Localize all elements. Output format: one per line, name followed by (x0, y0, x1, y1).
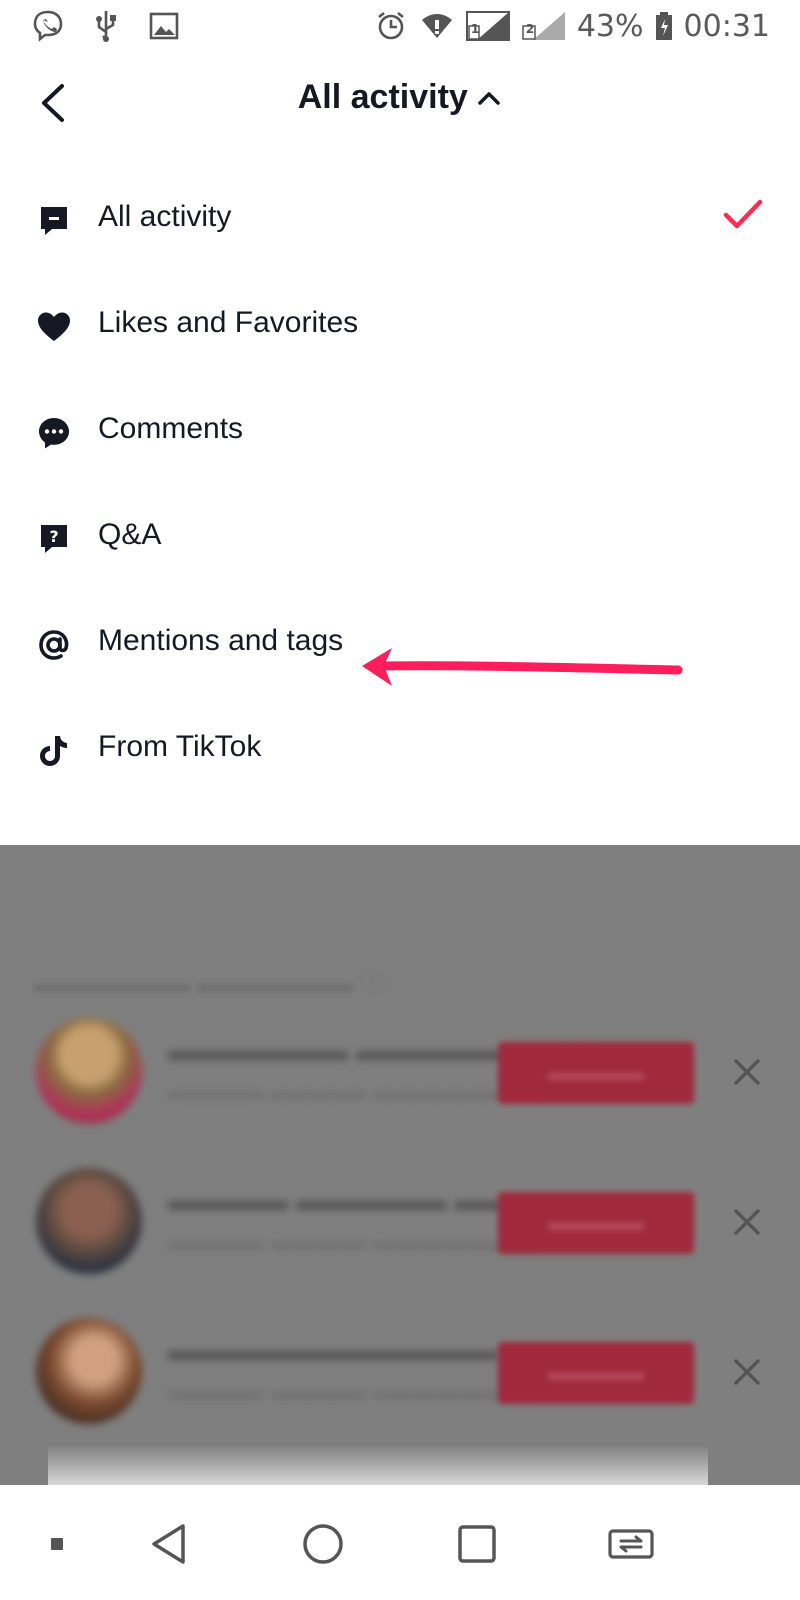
sim1-label: 1 (470, 22, 480, 36)
menu-item-label: Mentions and tags (98, 624, 344, 657)
nav-menu-button[interactable] (32, 1519, 82, 1569)
heart-icon (34, 307, 74, 347)
account-subtitle-blurred: ▬▬▬▬ ▬▬▬▬ ▬▬▬▬▬▬▬ (168, 1228, 542, 1255)
menu-item-from-tiktok[interactable]: From TikTok (0, 697, 800, 803)
header: All activity (0, 52, 800, 169)
battery-percent: 43% (576, 8, 644, 44)
menu-item-label: Likes and Favorites (98, 306, 359, 339)
status-bar: 1 2 43% 00:31 (0, 0, 800, 52)
sim2-label: 2 (525, 22, 535, 36)
status-bar-right: 1 2 43% 00:31 (373, 8, 770, 44)
avatar (36, 1168, 142, 1274)
annotation-arrow (362, 648, 683, 686)
menu-item-comments[interactable]: Comments (0, 379, 800, 485)
account-subtitle-blurred: ▬▬▬▬ ▬▬▬▬ ▬▬▬▬▬▬▬ (168, 1378, 542, 1405)
usb-icon (88, 8, 124, 44)
account-subtitle-blurred: ▬▬▬▬ ▬▬▬▬ ▬▬▬▬▬▬▬ (168, 1078, 542, 1105)
alarm-icon (373, 8, 409, 44)
at-icon (34, 625, 74, 665)
check-icon (722, 197, 764, 236)
avatar (36, 1018, 142, 1124)
signal-sim2-icon: 2 (521, 8, 567, 44)
clock: 00:31 (683, 8, 770, 44)
nav-recents-button[interactable] (452, 1519, 502, 1569)
tiktok-icon (34, 731, 74, 771)
close-icon[interactable] (730, 1355, 764, 1389)
menu-item-label: Comments (98, 412, 244, 445)
nav-home-button[interactable] (298, 1519, 348, 1569)
close-icon[interactable] (730, 1205, 764, 1239)
suggested-account-row: ▬▬▬▬▬▬▬▬▬▬▬ ▬▬▬▬ ▬▬▬▬ ▬▬▬▬▬▬▬ ▬▬▬▬ (0, 1300, 800, 1440)
viber-icon (30, 8, 66, 44)
close-icon[interactable] (730, 1055, 764, 1089)
status-bar-left (30, 8, 182, 44)
switch-app-icon (608, 1529, 654, 1559)
follow-button[interactable]: ▬▬▬▬ (498, 1042, 694, 1104)
nav-back-button[interactable] (144, 1519, 194, 1569)
nav-switch-app-button[interactable] (606, 1519, 656, 1569)
suggested-account-row: ▬▬▬▬ ▬▬▬▬▬ ▬▬ ▬▬▬▬ ▬▬▬▬ ▬▬▬▬▬▬▬ ▬▬▬▬ (0, 1150, 800, 1290)
menu-item-label: Q&A (98, 518, 162, 551)
battery-icon (654, 8, 674, 44)
follow-button[interactable]: ▬▬▬▬ (498, 1342, 694, 1404)
activity-filter-dropdown[interactable]: All activity (0, 78, 800, 117)
menu-item-label: All activity (98, 200, 232, 233)
dim-overlay[interactable]: ▬▬▬▬▬▬ ▬▬▬▬▬▬ ⓘ ▬▬▬▬▬▬ ▬▬▬▬▬▬▬ ▬ ▬▬▬▬ ▬▬… (0, 845, 800, 1485)
suggested-account-row: ▬▬▬▬▬▬ ▬▬▬▬▬▬▬ ▬ ▬▬▬▬ ▬▬▬▬ ▬▬▬▬▬▬▬ ▬▬▬▬ (0, 1000, 800, 1140)
suggested-accounts-heading: ▬▬▬▬▬▬ ▬▬▬▬▬▬ ⓘ (34, 968, 387, 998)
menu-item-likes-favorites[interactable]: Likes and Favorites (0, 273, 800, 379)
gallery-icon (146, 8, 182, 44)
signal-sim1-icon: 1 (465, 8, 511, 44)
bottom-fade (48, 1445, 708, 1485)
activity-filter-menu: All activity Likes and Favorites Comment… (0, 167, 800, 845)
question-icon: ? (34, 519, 74, 559)
back-triangle-icon (152, 1524, 185, 1564)
avatar (36, 1318, 142, 1424)
chevron-up-icon (478, 91, 501, 105)
comment-icon (34, 413, 74, 453)
page-title: All activity (297, 78, 468, 116)
recents-square-icon (458, 1525, 496, 1563)
svg-text:?: ? (49, 527, 58, 546)
small-square-icon (51, 1538, 63, 1550)
account-name-blurred: ▬▬▬▬ ▬▬▬▬▬ ▬▬ (168, 1184, 515, 1217)
home-circle-icon (303, 1524, 343, 1564)
menu-item-qa[interactable]: ? Q&A (0, 485, 800, 591)
system-nav-bar (0, 1485, 800, 1600)
menu-item-all-activity[interactable]: All activity (0, 167, 800, 273)
follow-button[interactable]: ▬▬▬▬ (498, 1192, 694, 1254)
account-name-blurred: ▬▬▬▬▬▬▬▬▬▬▬ (168, 1334, 498, 1367)
activity-icon (34, 201, 74, 241)
menu-item-label: From TikTok (98, 730, 262, 763)
wifi-icon (419, 8, 455, 44)
